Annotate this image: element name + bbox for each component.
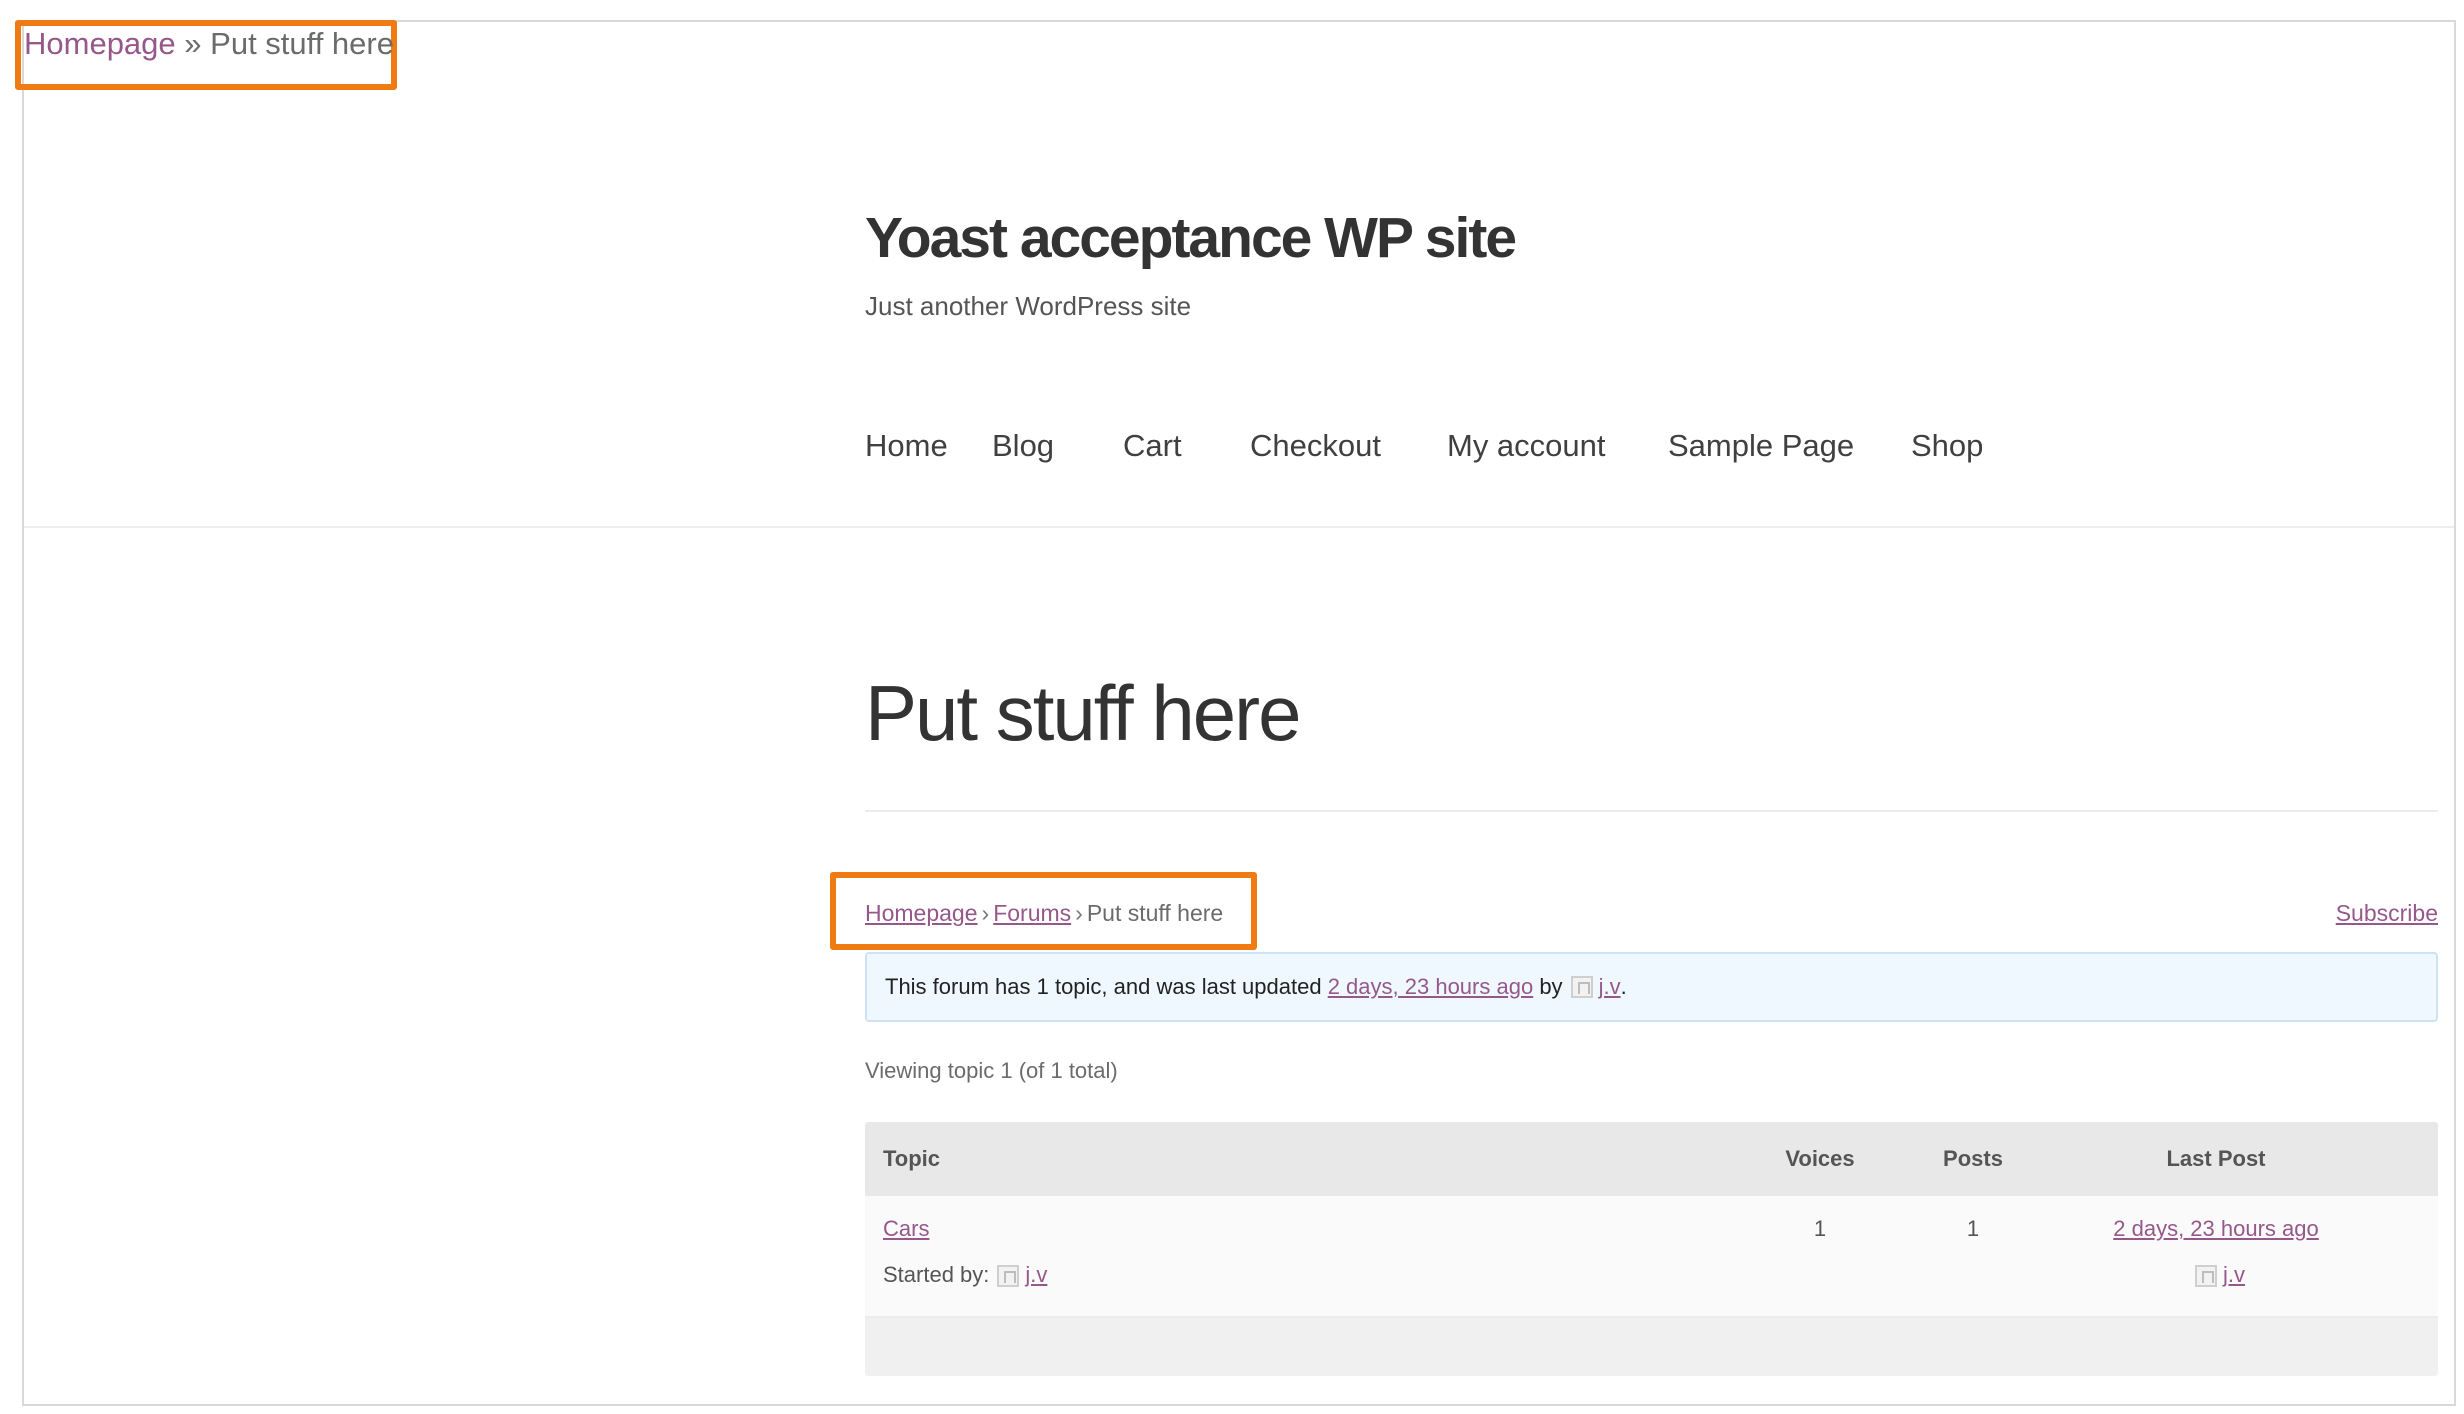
forum-breadcrumb-separator: ›	[981, 900, 990, 926]
title-divider	[865, 810, 2438, 812]
header-voices: Voices	[1785, 1146, 1855, 1171]
nav-item-sample-page[interactable]: Sample Page	[1668, 428, 1911, 464]
top-breadcrumb-separator: »	[184, 26, 202, 61]
forum-breadcrumb: Homepage › Forums › Put stuff here	[865, 900, 1223, 927]
notice-suffix: .	[1620, 974, 1627, 999]
main-navigation: Home Blog Cart Checkout My account Sampl…	[865, 428, 1983, 464]
topic-voices-count: 1	[1813, 1216, 1827, 1241]
last-post-avatar-icon	[2195, 1265, 2217, 1288]
notice-text: This forum has 1 topic, and was last upd…	[885, 974, 1322, 999]
forum-breadcrumb-forums-link[interactable]: Forums	[993, 900, 1071, 926]
started-by-label: Started by:	[883, 1262, 990, 1287]
nav-item-cart[interactable]: Cart	[1123, 428, 1250, 464]
forum-breadcrumb-separator: ›	[1075, 900, 1083, 926]
page-title: Put stuff here	[865, 669, 1302, 757]
forum-breadcrumb-current: Put stuff here	[1086, 900, 1224, 926]
table-footer	[865, 1318, 2438, 1376]
nav-item-checkout[interactable]: Checkout	[1250, 428, 1447, 464]
topic-author-link[interactable]: j.v	[1025, 1262, 1047, 1287]
top-breadcrumb-home-link[interactable]: Homepage	[24, 26, 176, 61]
header-posts: Posts	[1943, 1146, 2003, 1171]
notice-last-updated-link[interactable]: 2 days, 23 hours ago	[1328, 974, 1533, 1000]
table-row: Cars Started by: j.v 1 1 2 days, 23 hours…	[865, 1196, 2438, 1318]
nav-item-shop[interactable]: Shop	[1911, 428, 1983, 464]
user-avatar-icon	[1570, 976, 1593, 998]
topic-started-by: Started by: j.v	[883, 1262, 1047, 1288]
notice-user-link[interactable]: j.v	[1599, 974, 1621, 1000]
site-title[interactable]: Yoast acceptance WP site	[865, 205, 1517, 271]
author-avatar-icon	[997, 1265, 1020, 1288]
nav-item-blog[interactable]: Blog	[992, 428, 1123, 464]
header-topic: Topic	[883, 1146, 941, 1171]
viewing-count: Viewing topic 1 (of 1 total)	[865, 1058, 1118, 1083]
topics-table: Topic Voices Posts Last Post Cars Starte…	[865, 1122, 2438, 1376]
notice-by-text: by	[1539, 974, 1563, 999]
last-post-user-link[interactable]: j.v	[2223, 1262, 2245, 1287]
site-header: Yoast acceptance WP site Just another Wo…	[865, 205, 1517, 322]
nav-item-home[interactable]: Home	[865, 428, 992, 464]
topic-posts-count: 1	[1966, 1216, 1980, 1241]
topic-title-link[interactable]: Cars	[883, 1216, 929, 1242]
last-post-author: j.v	[2035, 1262, 2397, 1288]
top-breadcrumb: Homepage » Put stuff here	[24, 26, 394, 62]
subscribe-link[interactable]: Subscribe	[2336, 900, 2438, 927]
forum-info-notice: This forum has 1 topic, and was last upd…	[865, 952, 2438, 1022]
header-divider	[24, 526, 2454, 528]
forum-breadcrumb-home-link[interactable]: Homepage	[865, 900, 978, 926]
last-post-time-link[interactable]: 2 days, 23 hours ago	[2035, 1216, 2397, 1242]
header-last-post: Last Post	[2166, 1146, 2266, 1171]
table-header: Topic Voices Posts Last Post	[865, 1122, 2438, 1196]
nav-item-my-account[interactable]: My account	[1447, 428, 1668, 464]
top-breadcrumb-current: Put stuff here	[210, 26, 394, 61]
site-description: Just another WordPress site	[865, 291, 1192, 321]
